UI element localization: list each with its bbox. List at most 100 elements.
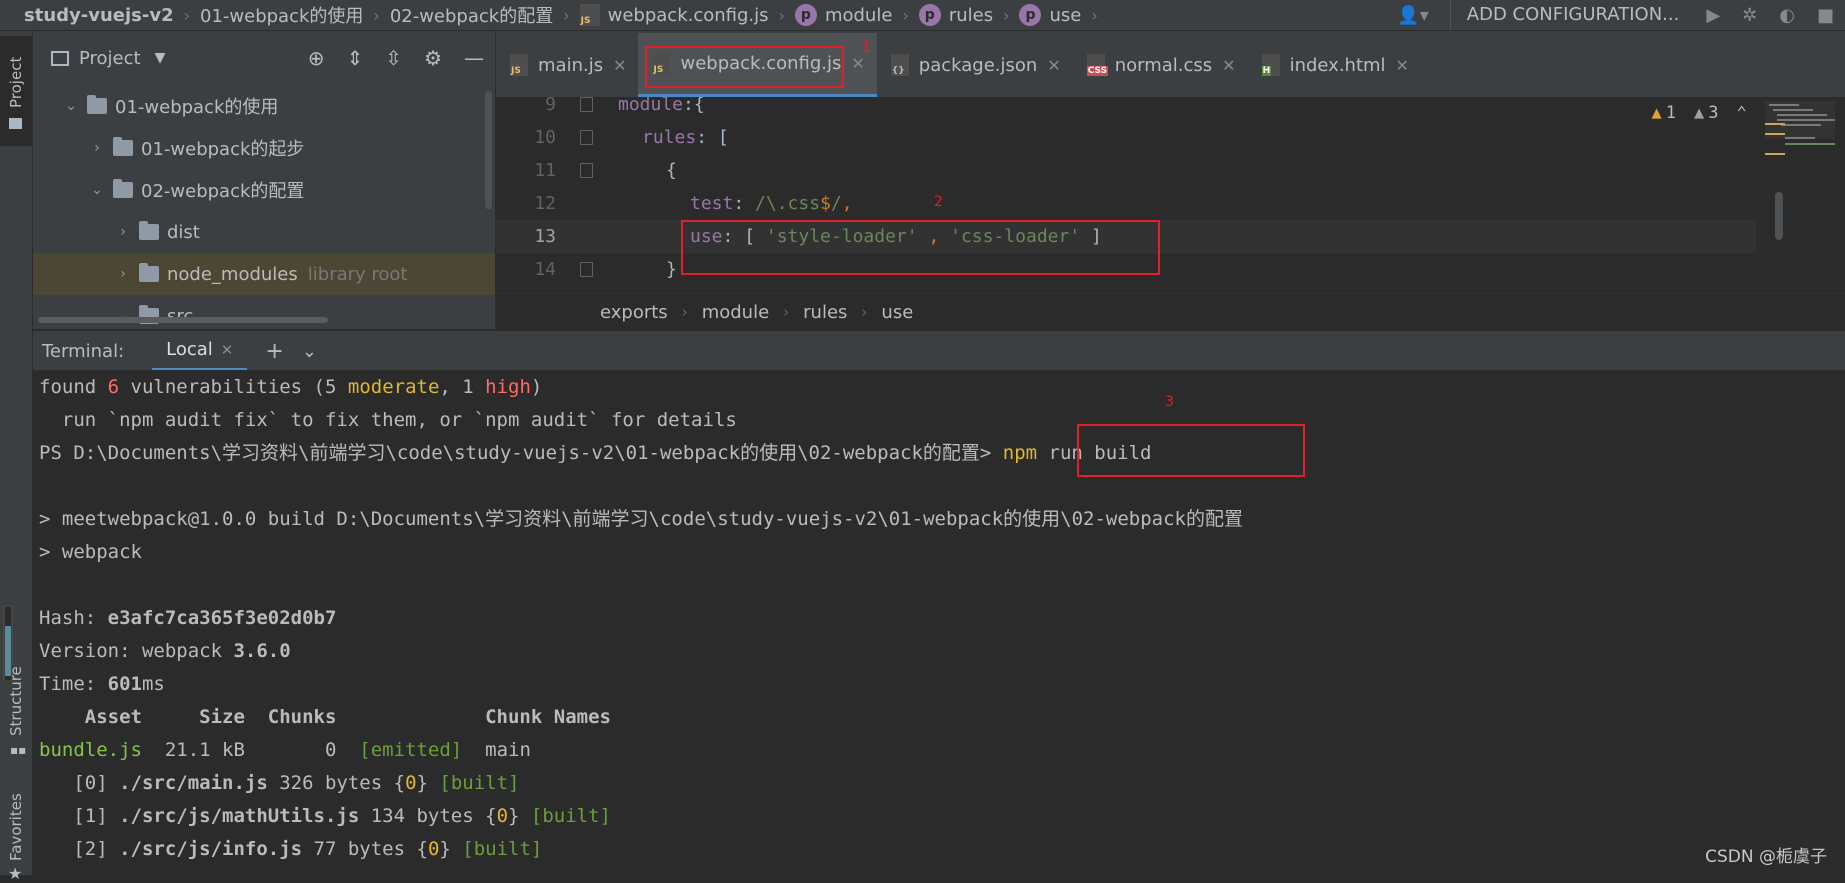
breadcrumb-item[interactable]: rules: [803, 302, 847, 323]
annotation-box-2: [681, 220, 1160, 275]
project-panel-header: Project ▼ ⊕ ⇕ ⇳ ⚙ —: [33, 31, 495, 85]
add-configuration-button[interactable]: ADD CONFIGURATION...: [1449, 0, 1696, 30]
tab-main-js[interactable]: JS main.js ✕: [496, 33, 638, 97]
tab-label: main.js: [538, 54, 604, 76]
structure-tool-tab[interactable]: Structure ▪▪: [0, 651, 32, 761]
tree-item[interactable]: ⌄ 01-webpack的使用: [33, 85, 495, 127]
line-number: 10: [534, 127, 556, 148]
breadcrumb-item[interactable]: module: [702, 302, 769, 323]
terminal-output[interactable]: found 6 vulnerabilities (5 moderate, 1 h…: [33, 370, 1845, 875]
code-text: test: /\.css$/,: [690, 193, 853, 214]
user-icon[interactable]: 👤▾: [1397, 5, 1428, 26]
hide-icon[interactable]: —: [464, 46, 484, 70]
tree-item[interactable]: ⌄ src: [33, 295, 495, 329]
run-icon[interactable]: ▶: [1706, 5, 1720, 26]
stop-icon[interactable]: ■: [1817, 5, 1834, 26]
terminal-header: Terminal: Local ✕ + ⌄: [33, 330, 1845, 371]
minimap[interactable]: [1765, 101, 1835, 176]
folder-icon: [113, 179, 133, 198]
code-text: module:{: [618, 97, 705, 115]
breadcrumb-symbol[interactable]: p use: [1019, 4, 1081, 26]
favorites-tool-tab[interactable]: Favorites ★: [0, 761, 32, 883]
folder-icon: [87, 95, 107, 114]
html-file-icon: H: [1261, 54, 1280, 76]
weak-warning-icon: ▲: [1694, 103, 1705, 123]
close-icon[interactable]: ✕: [1047, 56, 1060, 75]
tree-item[interactable]: ⌄ 02-webpack的配置: [33, 169, 495, 211]
project-tab-label: Project: [7, 56, 25, 108]
folder-icon: [139, 263, 159, 282]
terminal-line: [2] ./src/js/info.js 77 bytes {0} [built…: [39, 838, 543, 860]
tree-item[interactable]: › node_modules library root: [33, 253, 495, 295]
breadcrumb-folder[interactable]: 01-webpack的使用: [200, 2, 363, 28]
fold-icon[interactable]: [580, 262, 593, 277]
breadcrumb-symbol[interactable]: p module: [794, 4, 892, 26]
close-icon[interactable]: ✕: [613, 56, 626, 75]
fold-icon[interactable]: [580, 97, 593, 112]
editor-scrollbar[interactable]: [1775, 192, 1783, 240]
navigation-bar: study-vuejs-v2 › 01-webpack的使用 › 02-webp…: [0, 0, 1845, 31]
tab-package-json[interactable]: {} package.json ✕: [877, 33, 1073, 97]
terminal-line: run `npm audit fix` to fix them, or `npm…: [39, 409, 737, 431]
folder-icon: [9, 118, 22, 129]
chevron-right-icon: ›: [120, 266, 126, 282]
weak-warning-count: 3: [1708, 103, 1719, 123]
breadcrumb-folder[interactable]: 02-webpack的配置: [390, 2, 553, 28]
tab-label: package.json: [918, 54, 1038, 76]
terminal-line: Asset Size Chunks Chunk Names: [39, 706, 611, 728]
plus-icon[interactable]: +: [265, 339, 283, 364]
tool-window-strip: Project Structure ▪▪ Favorites ★: [0, 31, 33, 883]
property-icon: p: [794, 4, 817, 26]
code-line: 10 rules: [: [496, 121, 1756, 154]
close-icon[interactable]: ✕: [1222, 56, 1235, 75]
horizontal-scrollbar[interactable]: [38, 317, 328, 323]
structure-tab-label: Structure: [7, 666, 25, 736]
tab-index-html[interactable]: H index.html ✕: [1248, 33, 1421, 97]
tree-item-label: 02-webpack的配置: [141, 181, 305, 202]
vertical-scrollbar[interactable]: [485, 91, 492, 209]
fold-icon[interactable]: [580, 163, 593, 178]
project-view-selector[interactable]: Project ▼: [33, 48, 165, 69]
chevron-right-icon: ›: [120, 224, 126, 240]
breadcrumb-label: use: [1049, 4, 1082, 26]
debug-icon[interactable]: ✲: [1742, 5, 1757, 26]
chevron-right-icon: ›: [902, 5, 909, 25]
collapse-all-icon[interactable]: ⇳: [385, 46, 402, 70]
breadcrumb-item[interactable]: use: [881, 302, 913, 323]
chevron-right-icon: ›: [783, 303, 790, 321]
project-panel-title: Project: [79, 47, 141, 69]
close-icon[interactable]: ✕: [851, 54, 864, 73]
chevron-right-icon: ›: [681, 303, 688, 321]
chevron-up-icon[interactable]: ⌃: [1737, 103, 1747, 123]
breadcrumb-item[interactable]: exports: [600, 302, 668, 323]
breadcrumb-symbol[interactable]: p rules: [918, 4, 993, 26]
project-icon: [51, 50, 69, 66]
project-tool-tab[interactable]: Project: [0, 36, 32, 146]
terminal-line: [0] ./src/main.js 326 bytes {0} [built]: [39, 772, 520, 794]
inspection-widget[interactable]: ▲1 ▲3 ⌃ ⌄: [1652, 103, 1776, 123]
line-number: 13: [534, 226, 556, 247]
tab-normal-css[interactable]: CSS normal.css ✕: [1073, 33, 1248, 97]
expand-all-icon[interactable]: ⇕: [347, 46, 364, 70]
close-icon[interactable]: ✕: [1396, 56, 1409, 75]
close-icon[interactable]: ✕: [221, 341, 234, 359]
warning-icon: ▲: [1651, 103, 1662, 123]
terminal-tab-local[interactable]: Local ✕: [152, 331, 248, 371]
chevron-right-icon: ›: [1003, 5, 1010, 25]
breadcrumb-project[interactable]: study-vuejs-v2: [0, 5, 174, 26]
library-root-label: library root: [307, 263, 408, 285]
chevron-down-icon[interactable]: ⌄: [302, 341, 317, 362]
gear-icon[interactable]: ⚙: [424, 46, 442, 70]
code-text: }: [666, 259, 677, 280]
star-icon: ★: [8, 864, 23, 883]
tree-item[interactable]: › 01-webpack的起步: [33, 127, 495, 169]
locate-icon[interactable]: ⊕: [308, 46, 325, 70]
chevron-right-icon: ›: [1091, 5, 1098, 25]
coverage-icon[interactable]: ◐: [1779, 5, 1795, 26]
tree-item[interactable]: › dist: [33, 211, 495, 253]
fold-icon[interactable]: [580, 130, 593, 145]
tree-item-label: node_modules: [167, 263, 298, 285]
project-panel: Project ▼ ⊕ ⇕ ⇳ ⚙ — ⌄ 01-webpack的使用 › 01-w…: [33, 31, 495, 329]
breadcrumb-file[interactable]: webpack.config.js: [579, 4, 769, 26]
tree-item-label: 01-webpack的使用: [115, 97, 279, 118]
